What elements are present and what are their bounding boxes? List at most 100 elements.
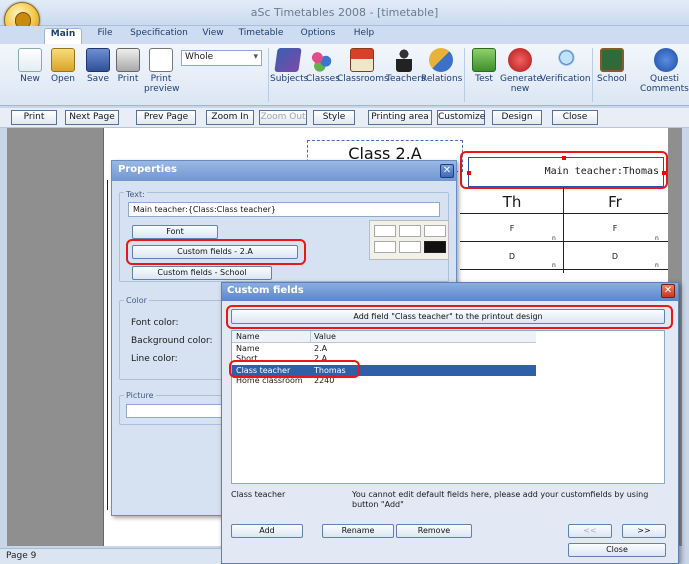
questions-button[interactable]: Questi Comments? (640, 46, 689, 94)
floppy-icon (86, 48, 110, 72)
column-divider[interactable] (310, 331, 311, 343)
grid-line (563, 187, 564, 273)
tab-specification[interactable]: Specification (128, 28, 190, 44)
custom-fields-titlebar: Custom fields (222, 283, 678, 301)
remove-button[interactable]: Remove (396, 524, 472, 538)
color-group-label: Color (124, 296, 149, 305)
books-icon (274, 48, 302, 72)
column-name-header[interactable]: Name (236, 332, 260, 341)
verification-button[interactable]: Verification (540, 46, 591, 84)
lesson-cell[interactable]: F (462, 224, 562, 233)
help-icon (654, 48, 678, 72)
ribbon-separator (464, 48, 465, 102)
highlight-class-teacher-row (229, 360, 360, 378)
tab-file[interactable]: File (90, 28, 120, 44)
classrooms-button[interactable]: Classrooms (337, 46, 389, 84)
close-preview-button[interactable]: Close (552, 110, 598, 125)
students-icon (309, 48, 333, 72)
teachers-button[interactable]: Teachers (386, 46, 426, 84)
design-button[interactable]: Design (492, 110, 542, 125)
customize-button[interactable]: Customize (437, 110, 485, 125)
close-button[interactable]: Close (568, 543, 666, 557)
line-color-label: Line color: (131, 354, 178, 364)
style-button[interactable]: Style (313, 110, 355, 125)
prev-page-button[interactable]: Prev Page (136, 110, 196, 125)
grid-line (460, 241, 668, 242)
zoom-out-button: Zoom Out (259, 110, 307, 125)
text-field[interactable]: Main teacher:{Class:Class teacher} (128, 202, 440, 217)
print-button[interactable]: Print (114, 46, 142, 84)
generate-new-button[interactable]: Generate new (500, 46, 542, 94)
relations-button[interactable]: Relations (421, 46, 462, 84)
zoom-in-button[interactable]: Zoom In (206, 110, 254, 125)
picture-group-label: Picture (124, 391, 156, 400)
subjects-button[interactable]: Subjects (270, 46, 308, 84)
tab-view[interactable]: View (198, 28, 228, 44)
custom-fields-note: You cannot edit default fields here, ple… (352, 490, 649, 509)
teacher-icon (396, 48, 412, 72)
list-item[interactable]: Name 2.A (232, 344, 536, 354)
relations-icon (429, 48, 453, 72)
align-cell[interactable] (374, 225, 396, 237)
picture-field[interactable] (126, 404, 224, 418)
school-button[interactable]: School (596, 46, 628, 84)
font-color-label: Font color: (131, 318, 179, 328)
page-indicator: Page 9 (6, 551, 37, 561)
add-button[interactable]: Add (231, 524, 303, 538)
rename-button[interactable]: Rename (322, 524, 394, 538)
tab-options[interactable]: Options (296, 28, 340, 44)
folder-icon (51, 48, 75, 72)
highlight-main-teacher (460, 151, 668, 189)
tab-main[interactable]: Main (44, 28, 82, 44)
school-building-icon (350, 48, 374, 72)
properties-titlebar: Properties (112, 161, 456, 181)
align-cell[interactable] (374, 241, 396, 253)
open-button[interactable]: Open (48, 46, 78, 84)
chevron-down-icon: ▾ (253, 52, 258, 62)
cell-mark: n (655, 262, 659, 269)
highlight-custom-fields-button (126, 239, 306, 265)
grid-line (460, 269, 668, 270)
custom-fields-close-icon[interactable]: ✕ (661, 284, 675, 298)
align-cell[interactable] (399, 225, 421, 237)
view-scope-select[interactable]: Whole ▾ (181, 50, 262, 66)
lesson-cell[interactable]: F (565, 224, 665, 233)
alignment-picker[interactable] (369, 220, 449, 260)
test-button[interactable]: Test (470, 46, 498, 84)
page-left-rule (107, 180, 108, 510)
custom-fields-list[interactable]: Name Value Name 2.A Short 2.A Class teache… (231, 330, 665, 484)
magnifier-page-icon (149, 48, 173, 72)
printer-icon (116, 48, 140, 72)
tab-help[interactable]: Help (350, 28, 378, 44)
column-value-header[interactable]: Value (314, 332, 336, 341)
grid-line (460, 213, 668, 214)
lesson-cell[interactable]: D (462, 252, 562, 261)
properties-close-icon[interactable]: ✕ (440, 164, 454, 178)
next-button[interactable]: >> (622, 524, 666, 538)
save-button[interactable]: Save (84, 46, 112, 84)
printing-area-button[interactable]: Printing area (368, 110, 432, 125)
status-bar: Page 9 (0, 548, 221, 564)
lesson-cell[interactable]: D (565, 252, 665, 261)
generate-icon (508, 48, 532, 72)
align-cell-selected[interactable] (424, 241, 446, 253)
align-cell[interactable] (424, 225, 446, 237)
print-preview-button[interactable]: Print preview (144, 46, 179, 94)
print-page-button[interactable]: Print (11, 110, 57, 125)
day-header-friday: Fr (608, 193, 622, 211)
window-title: aSc Timetables 2008 - [timetable] (250, 6, 439, 19)
classes-button[interactable]: Classes (306, 46, 340, 84)
next-page-button[interactable]: Next Page (65, 110, 119, 125)
cell-mark: n (655, 235, 659, 242)
magnifier-icon (552, 48, 576, 72)
day-header-thursday: Th (502, 193, 522, 211)
cell-mark: n (552, 235, 556, 242)
new-button[interactable]: New (16, 46, 44, 84)
background-color-label: Background color: (131, 336, 213, 346)
tab-timetable[interactable]: Timetable (236, 28, 286, 44)
align-cell[interactable] (399, 241, 421, 253)
ribbon-separator (592, 48, 593, 102)
text-group-label: Text: (124, 190, 147, 199)
custom-fields-school-button[interactable]: Custom fields - School (132, 266, 272, 280)
font-button[interactable]: Font (132, 225, 218, 239)
